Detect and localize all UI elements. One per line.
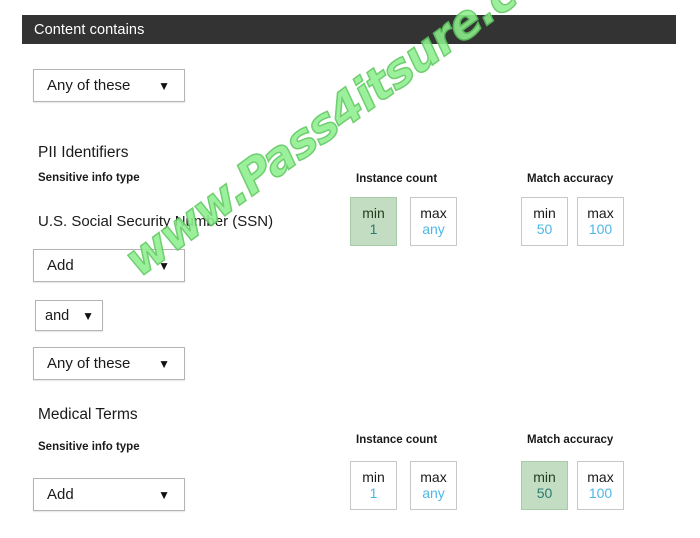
field-label: max (587, 468, 614, 485)
mid-condition-dropdown[interactable]: Any of these ▼ (33, 347, 185, 380)
field-value: any (422, 221, 445, 237)
chevron-down-icon: ▼ (82, 308, 94, 323)
mid-condition-label: Any of these (47, 355, 131, 372)
chevron-down-icon: ▼ (158, 487, 170, 502)
field-value: 100 (588, 485, 613, 501)
panel-header: Content contains (22, 15, 676, 44)
field-label: max (587, 204, 614, 221)
group-title-medical: Medical Terms (38, 406, 138, 423)
group-title-pii: PII Identifiers (38, 144, 129, 161)
field-label: max (420, 204, 447, 221)
match-accuracy-header-pii: Match accuracy (527, 173, 614, 185)
instance-count-min-medical[interactable]: min 1 (350, 461, 397, 510)
instance-count-max-medical[interactable]: max any (410, 461, 457, 510)
add-sensitive-info-type-dropdown-medical[interactable]: Add ▼ (33, 478, 185, 511)
match-accuracy-min-pii[interactable]: min 50 (521, 197, 568, 246)
field-value: 1 (369, 485, 378, 501)
sensitive-info-type-ssn: U.S. Social Security Number (SSN) (38, 213, 274, 230)
content-contains-panel: Content contains Any of these ▼ PII Iden… (0, 0, 700, 538)
group-subtitle-pii: Sensitive info type (38, 172, 140, 184)
field-value: 50 (536, 221, 553, 237)
instance-count-header-pii: Instance count (356, 173, 438, 185)
add-sensitive-info-type-dropdown-pii[interactable]: Add ▼ (33, 249, 185, 282)
field-label: min (362, 468, 385, 485)
instance-count-header-medical: Instance count (356, 434, 438, 446)
page-title: Content contains (34, 21, 145, 38)
chevron-down-icon: ▼ (158, 258, 170, 273)
match-accuracy-max-pii[interactable]: max 100 (577, 197, 624, 246)
top-condition-dropdown[interactable]: Any of these ▼ (33, 69, 185, 102)
add-label: Add (47, 486, 74, 503)
top-condition-label: Any of these (47, 77, 131, 94)
chevron-down-icon: ▼ (158, 356, 170, 371)
field-label: min (533, 204, 556, 221)
field-label: min (362, 204, 385, 221)
instance-count-min-pii[interactable]: min 1 (350, 197, 397, 246)
field-value: 50 (536, 485, 553, 501)
operator-dropdown[interactable]: and ▼ (35, 300, 103, 331)
match-accuracy-max-medical[interactable]: max 100 (577, 461, 624, 510)
chevron-down-icon: ▼ (158, 78, 170, 93)
operator-label: and (45, 307, 70, 324)
field-value: 1 (369, 221, 378, 237)
field-value: any (422, 485, 445, 501)
group-subtitle-medical: Sensitive info type (38, 441, 140, 453)
field-label: max (420, 468, 447, 485)
instance-count-max-pii[interactable]: max any (410, 197, 457, 246)
match-accuracy-header-medical: Match accuracy (527, 434, 614, 446)
add-label: Add (47, 257, 74, 274)
field-value: 100 (588, 221, 613, 237)
field-label: min (533, 468, 556, 485)
match-accuracy-min-medical[interactable]: min 50 (521, 461, 568, 510)
